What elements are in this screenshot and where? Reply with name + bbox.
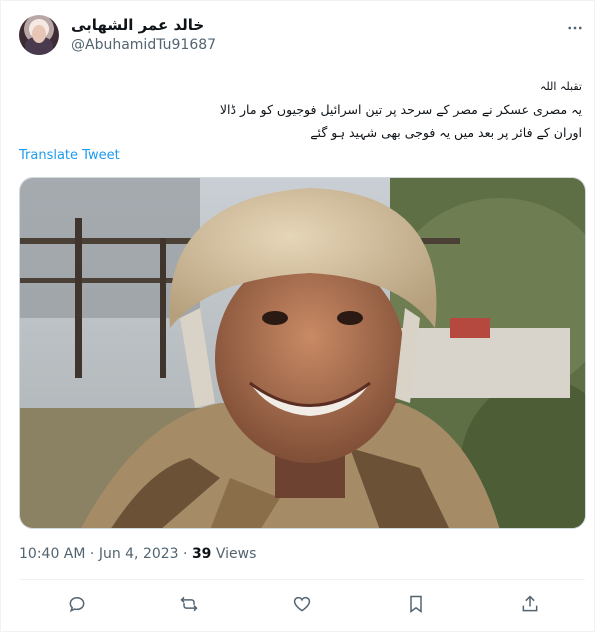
tweet-photo[interactable] [19,177,586,529]
avatar[interactable] [19,15,59,55]
tweet-header: خالد عمر الشهابی @AbuhamidTu91687 [19,14,585,58]
soldier-photo-illustration [20,178,585,528]
meta-separator: · [178,546,192,562]
views-label: Views [211,546,257,562]
tweet-meta: 10:40 AM · Jun 4, 2023 · 39 Views [19,546,256,562]
author-display-name[interactable]: خالد عمر الشهابی [71,16,204,34]
translate-tweet-link[interactable]: Translate Tweet [19,148,120,163]
author-handle[interactable]: @AbuhamidTu91687 [71,37,216,53]
heart-icon[interactable] [290,592,314,616]
more-dots-icon[interactable] [565,18,585,38]
meta-separator: · [85,546,99,562]
share-icon[interactable] [518,592,542,616]
divider [19,579,585,580]
views-count: 39 [191,546,212,562]
tweet-time[interactable]: 10:40 AM [19,546,85,562]
reply-icon[interactable] [65,592,89,616]
tweet-line: یہ مصری عسکر نے مصر کے سرحد پر تین اسرائ… [219,102,582,117]
retweet-icon[interactable] [177,592,201,616]
bookmark-icon[interactable] [404,592,428,616]
tweet-text: تقبلہ اللہ یہ مصری عسکر نے مصر کے سرحد پ… [22,75,582,144]
avatar-face [32,25,46,43]
tweet-card: خالد عمر الشهابی @AbuhamidTu91687 تقبلہ … [0,0,595,632]
action-bar [19,586,585,626]
tweet-date[interactable]: Jun 4, 2023 [99,546,179,562]
tweet-line: اوران کے فائر پر بعد میں یہ فوجی بھی شہی… [310,125,582,140]
tweet-line: تقبلہ اللہ [539,80,582,93]
